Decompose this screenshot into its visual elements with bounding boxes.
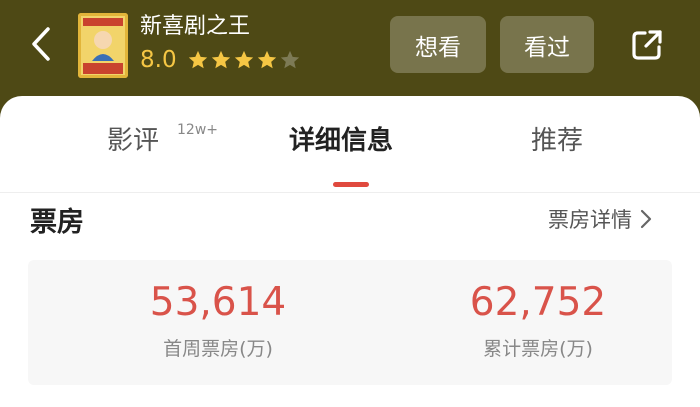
rating-row: 8.0 — [140, 44, 302, 76]
first-week-label: 首周票房(万) — [163, 338, 273, 360]
star-icon — [234, 50, 253, 69]
first-week-stat: 53,614 首周票房(万) — [118, 278, 318, 361]
movie-title: 新喜剧之王 — [140, 14, 251, 39]
tab-recommend[interactable]: 推荐 — [531, 120, 583, 157]
box-office-detail-label: 票房详情 — [548, 208, 632, 232]
poster-artwork — [78, 13, 128, 78]
star-icon — [280, 50, 299, 69]
share-button[interactable] — [628, 26, 666, 64]
watched-button[interactable]: 看过 — [500, 16, 594, 73]
share-icon — [632, 30, 662, 60]
total-stat: 62,752 累计票房(万) — [438, 278, 638, 361]
box-office-title: 票房 — [30, 207, 84, 238]
tab-details[interactable]: 详细信息 — [289, 120, 393, 157]
star-icon — [211, 50, 230, 69]
first-week-value: 53,614 — [149, 280, 287, 325]
want-to-watch-button[interactable]: 想看 — [390, 16, 486, 73]
rating-stars — [187, 49, 302, 71]
star-icon — [257, 50, 276, 69]
active-tab-indicator — [333, 182, 369, 187]
back-button[interactable] — [24, 22, 58, 66]
content-panel: 影评 12w+ 详细信息 推荐 票房 票房详情 53,614 首周票房(万) 6… — [0, 96, 700, 407]
box-office-stats: 53,614 首周票房(万) 62,752 累计票房(万) — [28, 260, 672, 385]
reviews-count-badge: 12w+ — [177, 122, 218, 138]
chevron-left-icon — [32, 27, 50, 61]
tab-reviews[interactable]: 影评 — [107, 120, 159, 157]
total-value: 62,752 — [469, 280, 607, 325]
movie-poster[interactable] — [78, 13, 128, 78]
tab-divider — [0, 192, 700, 193]
chevron-right-icon — [640, 209, 652, 229]
total-label: 累计票房(万) — [483, 338, 593, 360]
rating-score: 8.0 — [140, 47, 177, 73]
box-office-detail-link[interactable]: 票房详情 — [548, 204, 652, 234]
star-icon — [188, 50, 207, 69]
